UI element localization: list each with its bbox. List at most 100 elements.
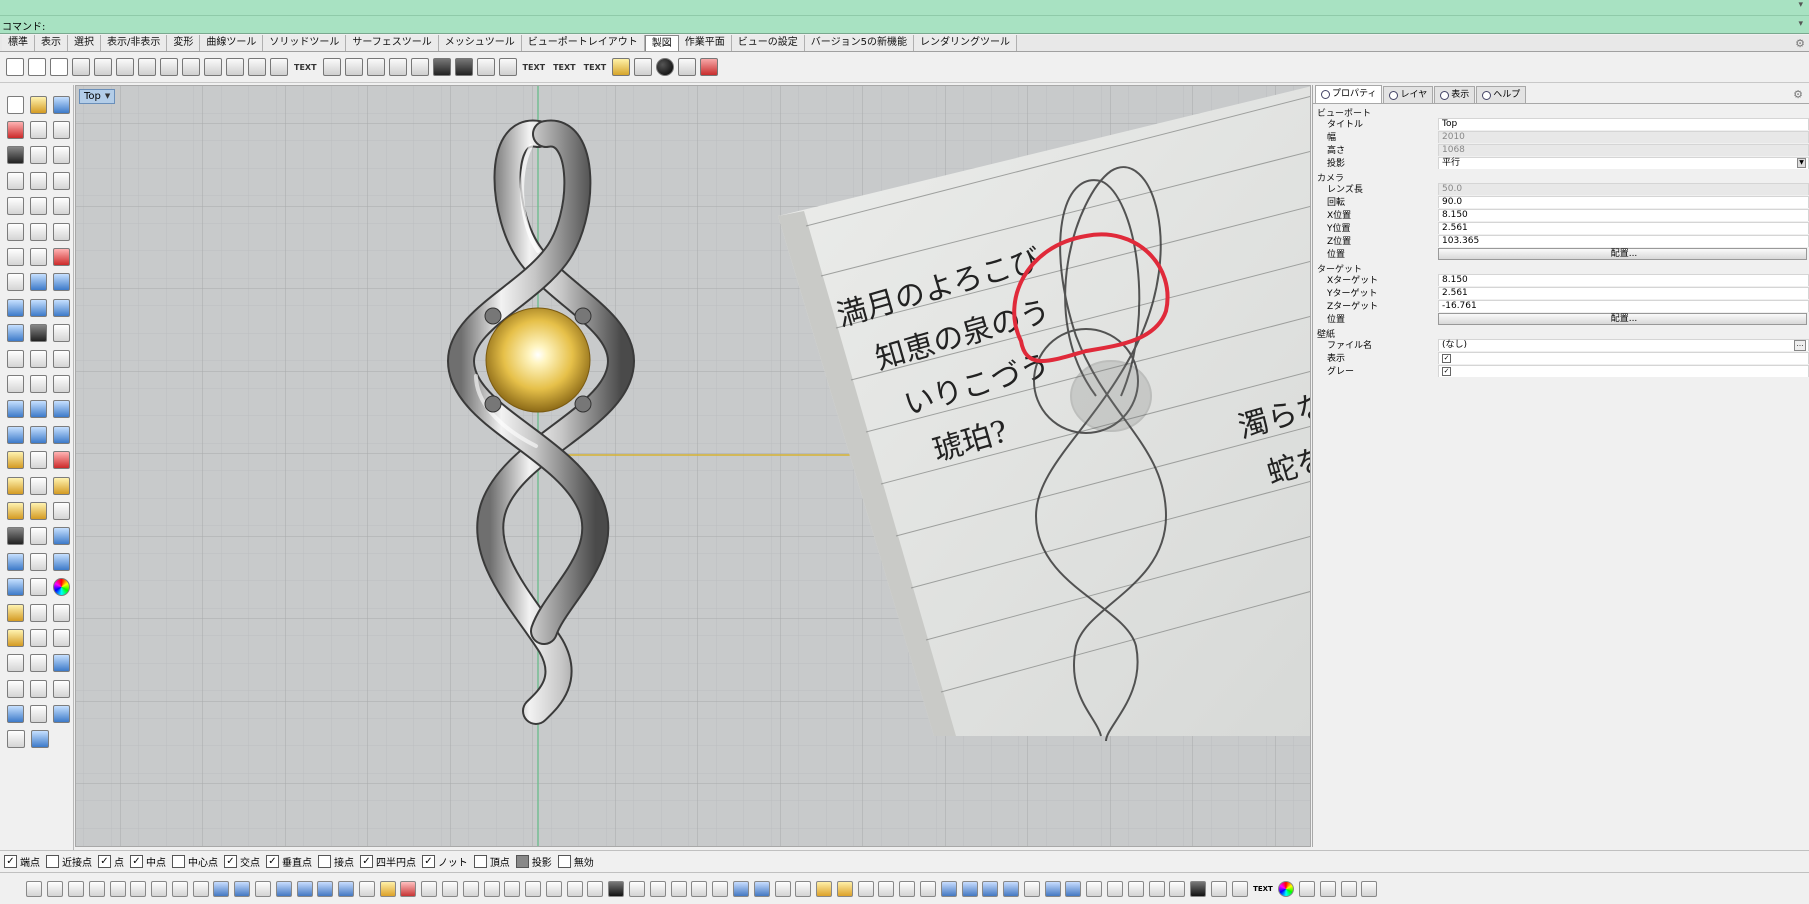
- top-viewport[interactable]: Top ▼ 満月のよろこび 知恵の泉のう いりこづう 琥珀? 濁らながら 蛇を思…: [75, 85, 1311, 847]
- osnap-center[interactable]: 中心点: [172, 854, 218, 869]
- text-tool-icon[interactable]: TEXT: [294, 63, 317, 72]
- contrast-icon[interactable]: [7, 527, 24, 546]
- gear-tool-icon[interactable]: [53, 476, 70, 495]
- box-icon[interactable]: [53, 298, 70, 317]
- diameter-dimension-icon[interactable]: [182, 58, 200, 76]
- group-icon[interactable]: [53, 374, 70, 393]
- rotate-view-icon[interactable]: [53, 146, 70, 165]
- save-red-icon[interactable]: [7, 121, 24, 140]
- dimension-tool-icon[interactable]: [1107, 880, 1124, 897]
- make2d-icon[interactable]: [612, 58, 631, 76]
- shade-icon[interactable]: [982, 880, 999, 897]
- layout2-icon[interactable]: [30, 501, 47, 520]
- command-scroll-icon[interactable]: ▾: [1798, 19, 1803, 29]
- rotated-dimension-icon[interactable]: [116, 58, 134, 76]
- dot-icon[interactable]: [270, 58, 288, 76]
- tab-show-hide[interactable]: 表示/非表示: [101, 35, 168, 51]
- unroll-icon[interactable]: [7, 476, 24, 495]
- cube-icon[interactable]: [53, 527, 70, 546]
- spacer-icon[interactable]: [410, 58, 429, 76]
- dimension-icon[interactable]: [7, 730, 25, 749]
- sphere-tool-icon[interactable]: [317, 880, 334, 897]
- ordinate-dimension-icon[interactable]: [226, 58, 244, 76]
- line-tool-icon[interactable]: [30, 705, 47, 724]
- text-explode-icon[interactable]: TEXT: [584, 63, 607, 72]
- point-tool-icon[interactable]: [629, 880, 646, 897]
- point-edit-icon[interactable]: [7, 374, 24, 393]
- four-view-icon[interactable]: [7, 146, 24, 165]
- callout-icon[interactable]: [344, 58, 363, 76]
- new-file-icon[interactable]: [7, 95, 24, 114]
- osnap-end[interactable]: ✓ 端点: [4, 854, 40, 869]
- sweep-icon[interactable]: [7, 400, 24, 419]
- arrow-icon[interactable]: [248, 58, 266, 76]
- mirror-tool-icon[interactable]: [525, 880, 542, 897]
- osnap-perp[interactable]: ✓ 垂直点: [266, 854, 312, 869]
- revolve-tool-icon[interactable]: [254, 880, 271, 897]
- panel-tab-help[interactable]: ヘルプ: [1476, 86, 1527, 103]
- osnap-quad-checkbox[interactable]: ✓: [360, 855, 373, 868]
- osnap-int-checkbox[interactable]: ✓: [224, 855, 237, 868]
- offset-tool-icon[interactable]: [30, 222, 47, 241]
- array-tool-icon[interactable]: [545, 880, 562, 897]
- layer2-icon[interactable]: [961, 880, 978, 897]
- print-setup-icon[interactable]: [30, 121, 47, 140]
- page-fold-icon[interactable]: [50, 58, 68, 76]
- show-wallpaper-checkbox[interactable]: ✓: [1442, 353, 1451, 363]
- fillet-tool-icon[interactable]: [151, 880, 168, 897]
- zoom-window-icon[interactable]: [795, 880, 812, 897]
- rect-tool-icon[interactable]: [47, 880, 64, 897]
- rectangle-icon[interactable]: [7, 197, 24, 216]
- curve-edit2-icon[interactable]: [30, 248, 47, 267]
- solid-icon[interactable]: [7, 578, 24, 597]
- panel-tab-display[interactable]: 表示: [1434, 86, 1476, 103]
- globe-icon[interactable]: [1169, 880, 1186, 897]
- circle-tool-icon[interactable]: [67, 880, 84, 897]
- unlock-icon[interactable]: [878, 880, 895, 897]
- tab-curve-tools[interactable]: 曲線ツール: [200, 35, 264, 51]
- tab-cplane[interactable]: 作業平面: [678, 35, 732, 51]
- offset-tool2-icon[interactable]: [192, 880, 209, 897]
- plane-icon[interactable]: [53, 425, 70, 444]
- light-icon[interactable]: [53, 628, 70, 647]
- explode-icon[interactable]: [53, 451, 70, 470]
- panel-icon[interactable]: [53, 705, 70, 724]
- command-line[interactable]: コマンド: ▾: [0, 16, 1809, 34]
- copy-tool-icon[interactable]: [462, 880, 479, 897]
- fillet-curve-icon[interactable]: [53, 197, 70, 216]
- align-tool-icon[interactable]: [670, 880, 687, 897]
- leader-icon[interactable]: [204, 58, 222, 76]
- wave-surface-icon[interactable]: [30, 400, 47, 419]
- split-icon[interactable]: [7, 349, 24, 368]
- orient-tool-icon[interactable]: [712, 880, 729, 897]
- array-icon[interactable]: [30, 349, 47, 368]
- osnap-near[interactable]: 近接点: [46, 854, 92, 869]
- cage-edit-icon[interactable]: [379, 880, 396, 897]
- sweep-tool-icon[interactable]: [234, 880, 251, 897]
- named-view-icon[interactable]: [1148, 880, 1165, 897]
- draft-angle-icon[interactable]: [30, 603, 47, 622]
- amber-gem[interactable]: [485, 307, 591, 413]
- new-page-icon[interactable]: [6, 58, 24, 76]
- chevron-down-icon[interactable]: ▼: [1797, 157, 1806, 168]
- circle-icon[interactable]: [30, 171, 47, 190]
- panel-tab-properties[interactable]: プロパティ: [1315, 85, 1383, 103]
- tab-mesh-tools[interactable]: メッシュツール: [438, 35, 522, 51]
- osnap-tan[interactable]: 接点: [318, 854, 354, 869]
- open-folder-icon[interactable]: [30, 95, 47, 114]
- tab-display[interactable]: 表示: [35, 35, 68, 51]
- light-bulb-icon[interactable]: [816, 880, 833, 897]
- offset-icon[interactable]: [7, 222, 24, 241]
- flow-icon[interactable]: [7, 425, 24, 444]
- move-icon[interactable]: [53, 501, 70, 520]
- tab-standard[interactable]: 標準: [2, 35, 35, 51]
- osnap-vertex-checkbox[interactable]: [473, 855, 487, 868]
- osnap-int[interactable]: ✓ 交点: [224, 854, 260, 869]
- color-wheel-tool-icon[interactable]: [1278, 880, 1295, 897]
- flag-tool-icon[interactable]: [1231, 880, 1248, 897]
- contrast-tool-icon[interactable]: [608, 880, 625, 897]
- show-icon[interactable]: [919, 880, 936, 897]
- no-entry-icon[interactable]: [53, 248, 70, 267]
- sphere-icon[interactable]: [30, 425, 47, 444]
- leader-text-icon[interactable]: [322, 58, 341, 76]
